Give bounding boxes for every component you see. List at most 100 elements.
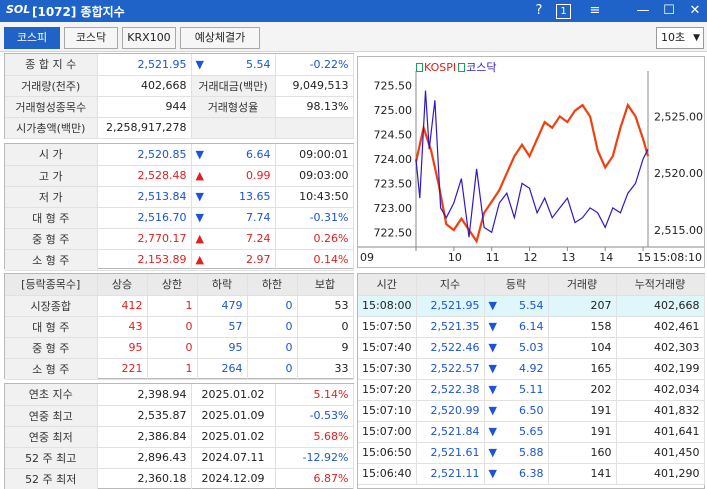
index-pct: -0.22% xyxy=(275,54,354,76)
up-arrow-icon: ▲ xyxy=(195,169,204,182)
tick-index: 2,522.38 xyxy=(416,379,485,401)
price-label: 고 가 xyxy=(5,165,98,187)
volume-value: 402,668 xyxy=(97,75,192,97)
tick-change: 5.03 xyxy=(519,341,544,354)
yearly-label: 52 주 최저 xyxy=(5,468,98,489)
x-tick-label: 13 xyxy=(561,251,575,264)
breadth-panel: [등락종목수] 상승 상한 하락 하한 보합 시장종합 412 1 479 0 53 대 형 주 43 0 5… xyxy=(4,273,354,380)
formed-label: 거래형성종목수 xyxy=(5,96,98,118)
tick-cum-volume: 401,641 xyxy=(616,421,705,443)
index-value: 2,521.95 xyxy=(97,54,192,76)
yearly-row: 연중 최저 2,386.84 2025.01.02 5.68% xyxy=(5,426,354,448)
down-arrow-icon: ▼ xyxy=(488,467,497,480)
maximize-button[interactable]: ☐ xyxy=(660,2,678,20)
intraday-chart[interactable]: KOSPI 코스닥 725.50 725.00 724.50 724.00 723.50 7… xyxy=(357,56,705,268)
tab-krx100[interactable]: KRX100 xyxy=(122,27,176,49)
tick-time: 15:06:50 xyxy=(358,442,417,464)
tick-change: 5.88 xyxy=(519,446,544,459)
tick-time: 15:08:00 xyxy=(358,295,417,317)
down-arrow-icon: ▼ xyxy=(488,362,497,375)
tick-volume: 165 xyxy=(548,358,617,380)
price-value: 2,516.70 xyxy=(97,207,192,229)
tick-header-cell: 시간 xyxy=(358,274,417,296)
yearly-panel: 연초 지수 2,398.94 2025.01.02 5.14% 연중 최고 2,535.8… xyxy=(4,383,354,489)
tick-index: 2,521.35 xyxy=(416,316,485,338)
yearly-date: 2024.07.11 xyxy=(191,447,276,469)
tick-row[interactable]: 15:06:40 2,521.11 ▼ 6.38 141 401,290 xyxy=(358,463,705,485)
down-arrow-icon: ▼ xyxy=(488,425,497,438)
tick-row[interactable]: 15:07:50 2,521.35 ▼ 6.14 158 402,461 xyxy=(358,316,705,338)
formed-rate-label: 거래형성율 xyxy=(191,96,276,118)
tick-row[interactable]: 15:07:30 2,522.57 ▼ 4.92 165 402,199 xyxy=(358,358,705,380)
price-change-cell: ▼ 6.64 xyxy=(191,144,276,166)
price-change: 7.24 xyxy=(246,232,271,245)
tick-change-cell: ▼ 4.92 xyxy=(484,358,549,380)
mcap-value: 2,258,917,278 xyxy=(97,117,192,139)
down-arrow-icon: ▼ xyxy=(488,404,497,417)
left-tick-label: 723.00 xyxy=(374,202,413,215)
yearly-pct: -0.53% xyxy=(275,405,354,427)
amount-label: 거래대금(백만) xyxy=(191,75,276,97)
price-row: 중 형 주 2,770.17 ▲ 7.24 0.26% xyxy=(5,228,354,250)
amount-value: 9,049,513 xyxy=(275,75,354,97)
tab-kospi[interactable]: 코스피 xyxy=(4,27,60,49)
help-button[interactable]: ? xyxy=(530,2,548,20)
page-button[interactable]: 1 xyxy=(556,4,571,19)
price-extra: -0.31% xyxy=(275,207,354,229)
tick-row[interactable]: 15:07:40 2,522.46 ▼ 5.03 104 402,303 xyxy=(358,337,705,359)
price-change: 7.74 xyxy=(246,211,271,224)
up-arrow-icon: ▲ xyxy=(195,253,204,266)
down-arrow-icon: ▼ xyxy=(195,147,204,161)
left-tick-label: 722.50 xyxy=(374,226,413,239)
breadth-row: 시장종합 412 1 479 0 53 xyxy=(5,295,354,317)
price-row: 소 형 주 2,153.89 ▲ 2.97 0.14% xyxy=(5,249,354,271)
tab-kosdaq[interactable]: 코스닥 xyxy=(64,27,118,49)
breadth-cell: 0 xyxy=(147,316,198,338)
breadth-cell: 0 xyxy=(247,295,298,317)
down-arrow-icon: ▼ xyxy=(488,299,497,312)
tick-change-cell: ▼ 5.54 xyxy=(484,295,549,317)
menu-button[interactable]: ≡ xyxy=(586,2,604,20)
left-tick-label: 725.50 xyxy=(374,80,413,93)
close-button[interactable]: ✕ xyxy=(686,2,704,20)
price-change-cell: ▼ 13.65 xyxy=(191,186,276,208)
tick-time: 15:07:30 xyxy=(358,358,417,380)
price-label: 대 형 주 xyxy=(5,207,98,229)
tick-row[interactable]: 15:06:50 2,521.61 ▼ 5.88 160 401,450 xyxy=(358,442,705,464)
minimize-button[interactable]: — xyxy=(634,2,652,20)
breadth-cell: 33 xyxy=(297,358,354,380)
price-value: 2,153.89 xyxy=(97,249,192,271)
yearly-value: 2,896.43 xyxy=(97,447,192,469)
tick-row[interactable]: 15:07:10 2,520.99 ▼ 6.50 191 401,832 xyxy=(358,400,705,422)
price-extra: 0.14% xyxy=(275,249,354,271)
yearly-value: 2,386.84 xyxy=(97,426,192,448)
tick-time: 15:06:40 xyxy=(358,463,417,485)
legend-kospi[interactable]: KOSPI xyxy=(416,61,456,74)
legend-checkbox-icon xyxy=(458,63,466,72)
breadth-cell: 479 xyxy=(197,295,248,317)
tick-cum-volume: 402,668 xyxy=(616,295,705,317)
legend-kosdaq-label: 코스닥 xyxy=(466,61,497,74)
breadth-cell: 0 xyxy=(247,316,298,338)
tick-row[interactable]: 15:07:20 2,522.38 ▼ 5.11 202 402,034 xyxy=(358,379,705,401)
price-label: 소 형 주 xyxy=(5,249,98,271)
breadth-cell: 43 xyxy=(97,316,148,338)
tick-change-cell: ▼ 5.03 xyxy=(484,337,549,359)
tick-time: 15:07:10 xyxy=(358,400,417,422)
breadth-header: [등락종목수] 상승 상한 하락 하한 보합 xyxy=(5,274,354,296)
tick-volume: 160 xyxy=(548,442,617,464)
price-change: 0.99 xyxy=(246,169,271,182)
tab-expected-price[interactable]: 예상체결가 xyxy=(180,27,260,49)
x-last-time: 15:08:10 xyxy=(653,251,702,264)
legend-kosdaq[interactable]: 코스닥 xyxy=(458,59,497,75)
interval-select[interactable]: 10초 ▼ xyxy=(656,27,704,49)
tick-header-cell: 누적거래량 xyxy=(616,274,705,296)
tick-index: 2,521.84 xyxy=(416,421,485,443)
price-change-cell: ▲ 7.24 xyxy=(191,228,276,250)
breadth-cell: 0 xyxy=(297,316,354,338)
tick-row[interactable]: 15:08:00 2,521.95 ▼ 5.54 207 402,668 xyxy=(358,295,705,317)
breadth-label: 중 형 주 xyxy=(5,337,98,359)
yearly-row: 52 주 최저 2,360.18 2024.12.09 6.87% xyxy=(5,468,354,489)
tick-row[interactable]: 15:07:00 2,521.84 ▼ 5.65 191 401,641 xyxy=(358,421,705,443)
index-label: 종 합 지 수 xyxy=(5,54,98,76)
